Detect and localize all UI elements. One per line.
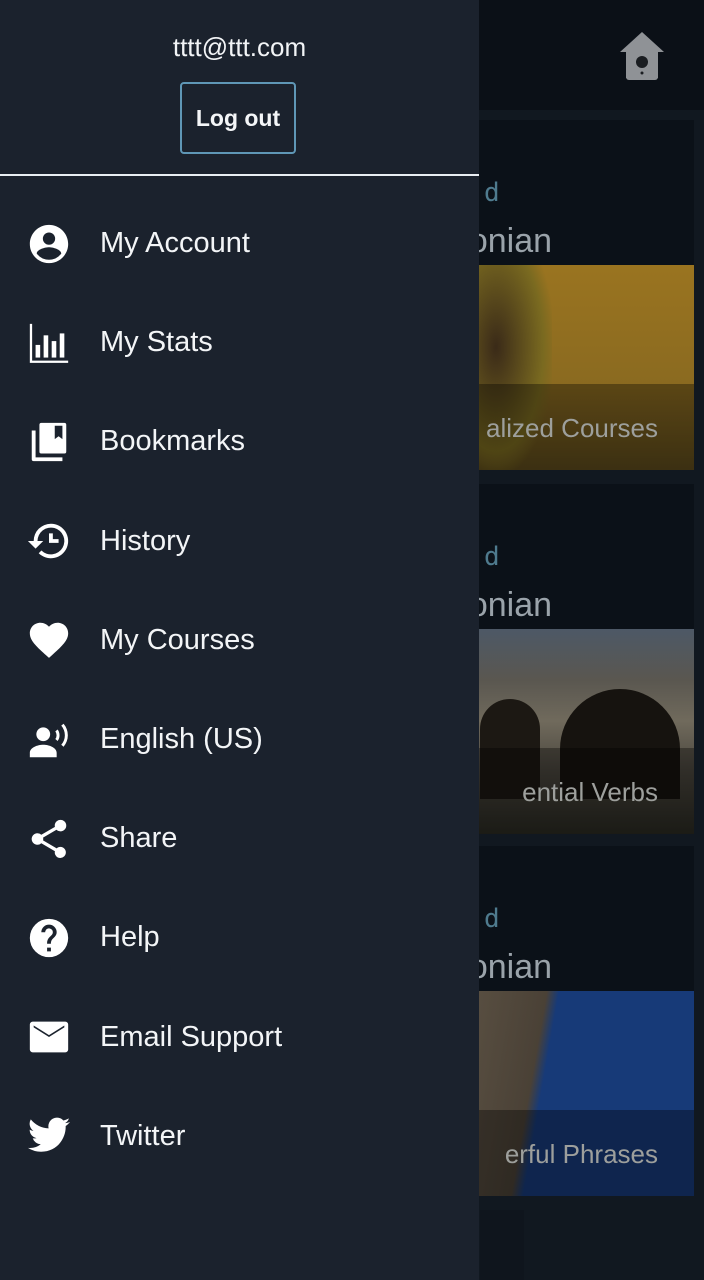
bookmarks-icon [25, 418, 73, 466]
card-caption: alized Courses [486, 413, 658, 443]
birdhouse-home-icon[interactable] [618, 30, 666, 82]
menu-item-language[interactable]: English (US) [0, 690, 479, 789]
drawer-menu: My Account My Stats Bookmarks History My [0, 194, 479, 1186]
share-icon [25, 815, 73, 863]
account-circle-icon [25, 220, 73, 268]
menu-item-label: Email Support [100, 1020, 283, 1053]
card-kicker: d [484, 542, 500, 572]
menu-item-label: History [100, 524, 191, 557]
menu-item-share[interactable]: Share [0, 789, 479, 888]
menu-item-label: My Courses [100, 623, 255, 656]
card-caption: erful Phrases [504, 1139, 658, 1169]
bottom-panel [480, 1210, 524, 1280]
help-circle-icon [25, 914, 73, 962]
menu-item-label: English (US) [100, 723, 263, 756]
menu-item-label: Bookmarks [100, 425, 246, 458]
menu-item-my-stats[interactable]: My Stats [0, 293, 479, 392]
menu-item-label: My Account [100, 227, 250, 260]
history-icon [25, 517, 73, 565]
user-email: tttt@ttt.com [172, 32, 307, 62]
email-icon [25, 1013, 73, 1061]
menu-item-my-courses[interactable]: My Courses [0, 591, 479, 690]
menu-item-label: Share [100, 822, 178, 855]
heart-icon [25, 616, 73, 664]
logout-button[interactable]: Log out [180, 82, 296, 154]
card-kicker: d [484, 904, 500, 934]
menu-item-bookmarks[interactable]: Bookmarks [0, 392, 479, 491]
menu-item-label: My Stats [100, 326, 213, 359]
twitter-icon [25, 1112, 73, 1160]
menu-item-my-account[interactable]: My Account [0, 194, 479, 293]
menu-item-email-support[interactable]: Email Support [0, 988, 479, 1087]
voice-language-icon [25, 716, 73, 764]
navigation-drawer: tttt@ttt.com Log out My Account My Stats… [0, 0, 479, 1280]
card-kicker: d [484, 178, 500, 208]
bar-chart-icon [25, 319, 73, 367]
menu-item-twitter[interactable]: Twitter [0, 1087, 479, 1186]
menu-item-label: Help [100, 921, 160, 954]
card-caption: ential Verbs [522, 777, 658, 807]
drawer-header: tttt@ttt.com Log out [0, 0, 479, 176]
menu-item-help[interactable]: Help [0, 888, 479, 987]
menu-item-label: Twitter [100, 1119, 186, 1152]
menu-item-history[interactable]: History [0, 492, 479, 591]
